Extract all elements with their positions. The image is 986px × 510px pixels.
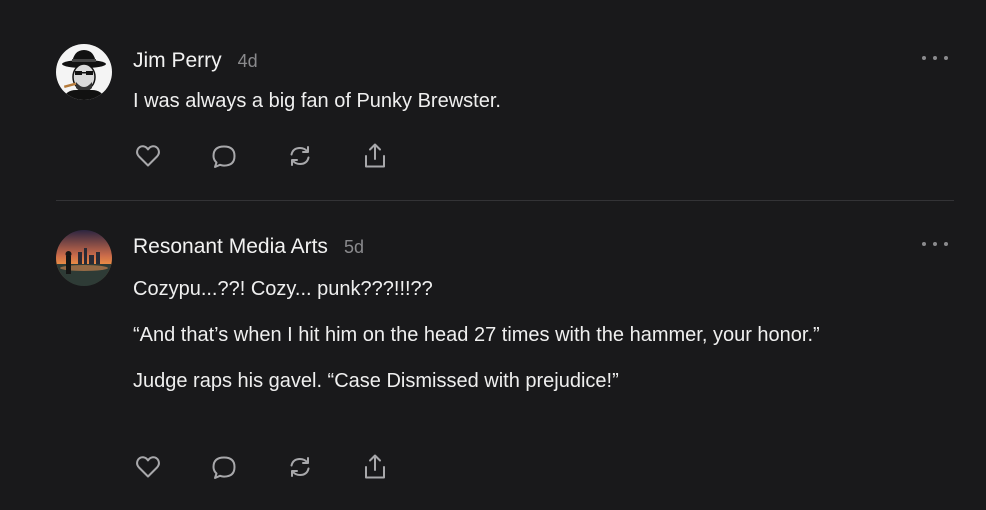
comment-paragraph: “And that’s when I hit him on the head 2… <box>133 324 820 346</box>
heart-icon <box>136 145 160 167</box>
share-button[interactable] <box>360 452 390 482</box>
comment-paragraph: Cozypu...??! Cozy... punk???!!!?? <box>133 278 433 300</box>
restack-button[interactable] <box>285 452 315 482</box>
author-name[interactable]: Resonant Media Arts <box>133 230 328 264</box>
sunset-city-avatar-icon <box>56 230 112 286</box>
comment-header: Resonant Media Arts 5d <box>133 230 954 264</box>
restack-button[interactable] <box>285 141 315 171</box>
share-icon <box>365 454 385 479</box>
restack-icon <box>290 457 310 477</box>
timestamp[interactable]: 5d <box>344 230 364 264</box>
comment-body: Resonant Media Arts 5d Cozypu...??! Cozy… <box>133 230 954 479</box>
comment-header: Jim Perry 4d <box>133 44 954 78</box>
comment-icon <box>212 456 236 479</box>
reply-button[interactable] <box>209 452 239 482</box>
comment-paragraph: Judge raps his gavel. “Case Dismissed wi… <box>133 370 619 392</box>
timestamp[interactable]: 4d <box>238 44 258 78</box>
share-button[interactable] <box>360 141 390 171</box>
comment-body: Jim Perry 4d I was always a big fan of P… <box>133 44 954 168</box>
author-name[interactable]: Jim Perry <box>133 44 222 78</box>
comment-text: I was always a big fan of Punky Brewster… <box>133 78 954 117</box>
fedora-man-avatar-icon <box>56 44 112 100</box>
reply-button[interactable] <box>209 141 239 171</box>
comment-paragraph: I was always a big fan of Punky Brewster… <box>133 90 501 112</box>
comment-feed: Jim Perry 4d I was always a big fan of P… <box>0 0 986 510</box>
restack-icon <box>290 146 310 166</box>
like-button[interactable] <box>133 452 163 482</box>
comment-icon <box>212 145 236 168</box>
more-options-icon[interactable] <box>922 50 948 66</box>
divider <box>56 200 954 201</box>
heart-icon <box>136 456 160 478</box>
avatar[interactable] <box>56 230 112 286</box>
more-options-icon[interactable] <box>922 236 948 252</box>
comment-text: Cozypu...??! Cozy... punk???!!!?? “And t… <box>133 264 954 397</box>
share-icon <box>365 143 385 168</box>
like-button[interactable] <box>133 141 163 171</box>
avatar[interactable] <box>56 44 112 100</box>
